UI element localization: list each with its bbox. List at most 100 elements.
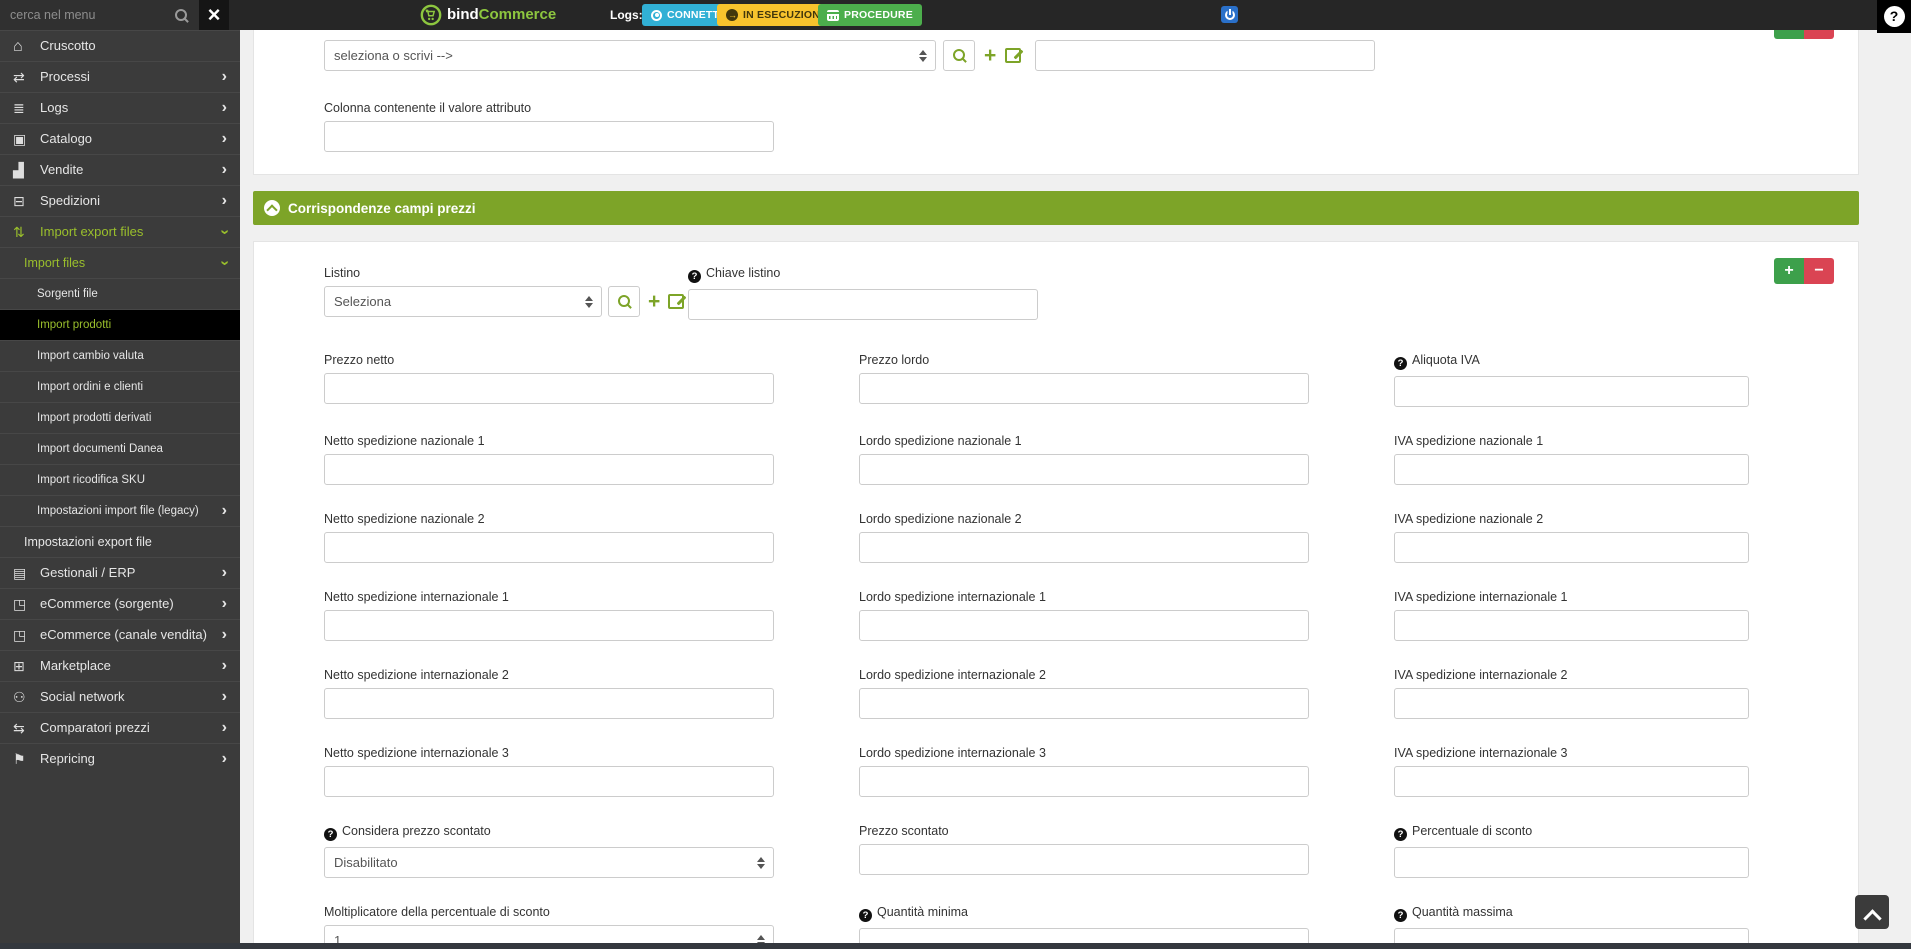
edit-attribute-button[interactable] [1005,48,1021,63]
add-attribute-button[interactable] [984,49,996,63]
chevron-icon [222,186,227,216]
brand-logo[interactable]: bindCommerce [420,0,556,30]
sidebar-item-import-ordini-e-clienti[interactable]: Import ordini e clienti [0,371,240,402]
remove-row-button[interactable]: − [1804,258,1834,284]
field-label: Considera prezzo scontato [324,824,774,841]
field-input[interactable] [1394,454,1749,485]
help-icon[interactable] [859,909,872,922]
scroll-top-button[interactable] [1855,895,1889,929]
field-input[interactable] [1394,766,1749,797]
close-menu-button[interactable]: × [199,0,229,30]
sidebar-item-spedizioni[interactable]: Spedizioni [0,185,240,216]
field-input[interactable] [1394,376,1749,407]
column-attribute-label: Colonna contenente il valore attributo [324,101,1834,115]
sidebar-item-import-prodotti-derivati[interactable]: Import prodotti derivati [0,402,240,433]
sidebar-item-sorgenti-file[interactable]: Sorgenti file [0,278,240,309]
sidebar-item-comparatori-prezzi[interactable]: Comparatori prezzi [0,712,240,743]
field-input[interactable] [859,688,1309,719]
sidebar-item-import-export-files[interactable]: Import export files [0,216,240,247]
field-input[interactable] [1394,532,1749,563]
field-input[interactable] [859,532,1309,563]
field-input[interactable] [324,688,774,719]
remove-row-button[interactable] [1804,30,1834,39]
field-input[interactable] [1394,610,1749,641]
help-icon[interactable] [1394,828,1407,841]
sidebar-item-import-documenti-danea[interactable]: Import documenti Danea [0,433,240,464]
plus-icon [984,49,996,63]
field-input[interactable] [324,532,774,563]
field-input[interactable] [859,454,1309,485]
menu-search [0,0,199,30]
field-input[interactable] [324,766,774,797]
field-input[interactable] [324,454,774,485]
field-input[interactable] [324,373,774,404]
import-export-icon [13,217,40,247]
field-lordo-spedizione-internazionale-1: Lordo spedizione internazionale 1 [859,590,1309,641]
field-select[interactable]: Disabilitato [324,847,774,878]
edit-listino-button[interactable] [668,294,684,309]
chiave-listino-input[interactable] [688,289,1038,320]
menu-item-label: Logs [40,93,68,123]
sidebar-item-impostazioni-import-file-legacy[interactable]: Impostazioni import file (legacy) [0,495,240,526]
power-button[interactable] [1221,6,1238,23]
column-attribute-input[interactable] [324,121,774,152]
help-button[interactable]: ? [1877,0,1911,33]
collapse-icon[interactable] [264,200,280,216]
field-input[interactable] [859,610,1309,641]
sidebar-item-import-prodotti[interactable]: Import prodotti [0,309,240,340]
search-listino-button[interactable] [608,286,640,317]
help-icon[interactable] [1394,909,1407,922]
sidebar-item-ecommerce-canale-vendita[interactable]: eCommerce (canale vendita) [0,619,240,650]
field-considera-prezzo-scontato: Considera prezzo scontato Disabilitato [324,824,774,878]
field-label: Netto spedizione internazionale 2 [324,668,774,682]
field-label: IVA spedizione internazionale 2 [1394,668,1749,682]
menu-item-label: Import export files [40,217,143,247]
chevron-icon [222,93,227,123]
users-icon [13,682,40,712]
search-icon [174,8,189,23]
menu-item-label: eCommerce (sorgente) [40,589,174,619]
field-input[interactable] [1394,688,1749,719]
sidebar-item-import-ricodifica-sku[interactable]: Import ricodifica SKU [0,464,240,495]
add-row-button[interactable]: + [1774,258,1804,284]
sidebar-item-ecommerce-sorgente[interactable]: eCommerce (sorgente) [0,588,240,619]
attribute-select[interactable]: seleziona o scrivi --> [324,40,936,71]
field-input[interactable] [859,844,1309,875]
sidebar-item-import-files[interactable]: Import files [0,247,240,278]
sidebar-item-logs[interactable]: Logs [0,92,240,123]
listino-select-wrap: Seleziona [324,286,602,317]
field-label: Quantità minima [859,905,1309,922]
attribute-value-input[interactable] [1035,40,1375,71]
price-section-header[interactable]: Corrispondenze campi prezzi [253,191,1859,225]
sidebar-item-marketplace[interactable]: Marketplace [0,650,240,681]
help-icon[interactable] [1394,357,1407,370]
sidebar-item-catalogo[interactable]: Catalogo [0,123,240,154]
field-input[interactable] [324,610,774,641]
procedure-label: PROCEDURE [844,9,913,21]
procedure-button[interactable]: PROCEDURE [818,4,922,26]
sidebar-item-import-cambio-valuta[interactable]: Import cambio valuta [0,340,240,371]
sidebar-item-processi[interactable]: Processi [0,61,240,92]
tag-icon [13,744,40,774]
chevron-icon [222,620,227,650]
attribute-section: seleziona o scrivi --> Colonna contenent… [253,30,1859,175]
logs-label: Logs: [610,0,643,30]
sidebar-item-gestionali-erp[interactable]: Gestionali / ERP [0,557,240,588]
search-attribute-button[interactable] [943,40,975,71]
sidebar-item-cruscotto[interactable]: Cruscotto [0,30,240,61]
sidebar-item-repricing[interactable]: Repricing [0,743,240,774]
listino-select[interactable]: Seleziona [324,286,602,317]
help-icon[interactable] [324,828,337,841]
add-listino-button[interactable] [648,295,660,309]
field-input[interactable] [859,766,1309,797]
menu-search-input[interactable] [10,8,174,22]
sidebar-item-impostazioni-export-file[interactable]: Impostazioni export file [0,526,240,557]
sidebar-item-vendite[interactable]: Vendite [0,154,240,185]
sidebar-item-social-network[interactable]: Social network [0,681,240,712]
field-input[interactable] [1394,847,1749,878]
add-row-button[interactable] [1774,30,1804,39]
field-label: Moltiplicatore della percentuale di scon… [324,905,774,919]
help-icon[interactable] [688,270,701,283]
power-icon [1224,9,1236,21]
field-input[interactable] [859,373,1309,404]
